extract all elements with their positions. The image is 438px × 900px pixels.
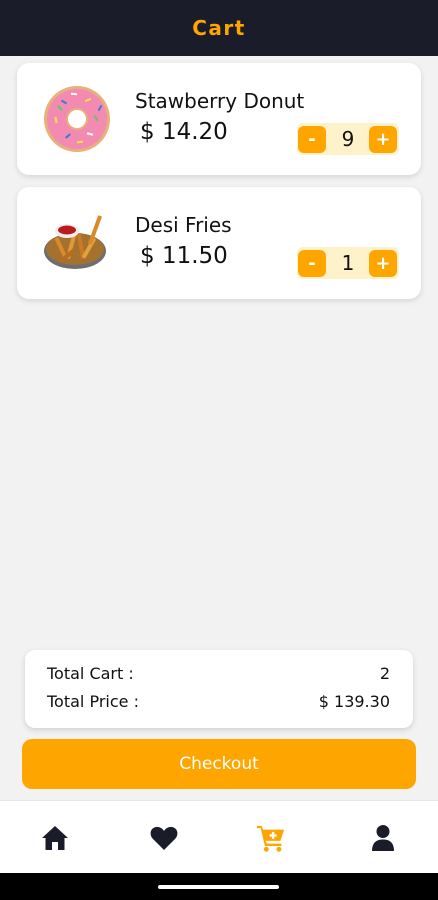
bottom-nav (0, 800, 438, 873)
item-price: $ 11.50 (140, 243, 228, 269)
decrease-quantity-button[interactable]: - (298, 126, 326, 153)
quantity-stepper: - 1 + (297, 247, 399, 279)
system-navigation-bar (0, 873, 438, 900)
cart-item-card: Stawberry Donut $ 14.20 - 9 + (17, 63, 421, 175)
fries-image (44, 215, 106, 269)
item-quantity: 9 (341, 127, 355, 151)
total-price-label: Total Price : (47, 692, 139, 711)
increase-quantity-button[interactable]: + (369, 126, 397, 153)
cart-item-card: Desi Fries $ 11.50 - 1 + (17, 187, 421, 299)
home-icon (42, 826, 68, 850)
increase-quantity-button[interactable]: + (369, 250, 397, 277)
cart-icon (256, 825, 285, 852)
user-icon (372, 825, 394, 851)
app-header: Cart (0, 0, 438, 56)
nav-profile[interactable] (368, 823, 398, 853)
page-title: Cart (192, 16, 246, 40)
item-quantity: 1 (341, 251, 355, 275)
cart-summary: Total Cart : 2 Total Price : $ 139.30 (25, 650, 413, 728)
item-name: Desi Fries (135, 213, 232, 237)
heart-icon (150, 826, 178, 850)
total-cart-value: 2 (379, 664, 390, 683)
nav-favorites[interactable] (149, 823, 179, 853)
checkout-button[interactable]: Checkout (22, 739, 416, 789)
donut-image (44, 86, 110, 152)
total-cart-label: Total Cart : (47, 664, 134, 683)
decrease-quantity-button[interactable]: - (298, 250, 326, 277)
home-indicator[interactable] (158, 885, 279, 889)
item-price: $ 14.20 (140, 119, 228, 145)
nav-cart[interactable] (256, 823, 286, 853)
total-price-value: $ 139.30 (318, 692, 390, 711)
nav-home[interactable] (40, 823, 70, 853)
quantity-stepper: - 9 + (297, 123, 399, 155)
item-name: Stawberry Donut (135, 89, 305, 113)
